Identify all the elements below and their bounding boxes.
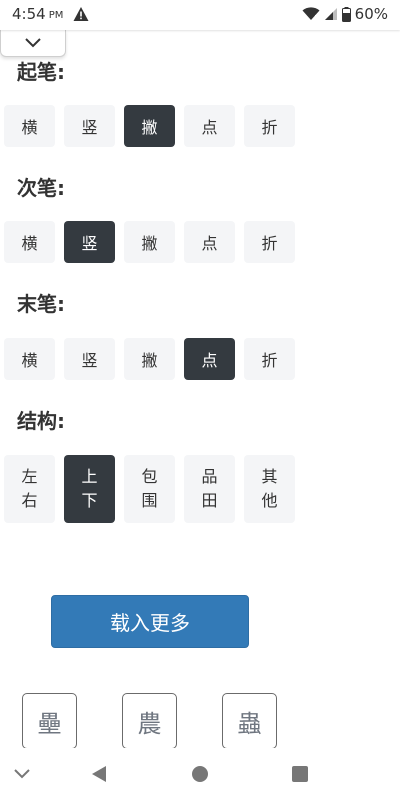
structure-option-line: 围 — [141, 491, 158, 510]
next-stroke-label: 次笔: — [17, 176, 65, 200]
status-right: 60% — [302, 5, 388, 23]
system-nav-bar — [0, 748, 400, 800]
battery-percent: 60% — [354, 5, 388, 23]
nav-down-chevron-icon[interactable] — [12, 768, 32, 780]
result-char-card[interactable]: 壘 — [22, 693, 77, 749]
start-stroke-option[interactable]: 横 — [4, 105, 55, 147]
structure-option-line: 上 — [81, 467, 98, 486]
structure-option-line: 右 — [21, 491, 38, 510]
structure-option-line: 品 — [201, 467, 218, 486]
result-char-card[interactable]: 農 — [122, 693, 177, 749]
end-stroke-option-selected[interactable]: 点 — [184, 338, 235, 380]
structure-option-line: 其 — [261, 467, 278, 486]
wifi-icon — [302, 7, 320, 20]
start-stroke-option[interactable]: 折 — [244, 105, 295, 147]
start-stroke-label: 起笔: — [17, 60, 65, 84]
structure-label: 结构: — [17, 409, 65, 433]
structure-option[interactable]: 左 右 — [4, 455, 55, 523]
collapse-filter-button[interactable] — [0, 30, 66, 57]
end-stroke-option[interactable]: 折 — [244, 338, 295, 380]
next-stroke-option[interactable]: 撇 — [124, 221, 175, 263]
back-icon[interactable] — [90, 765, 108, 783]
next-stroke-option-selected[interactable]: 竖 — [64, 221, 115, 263]
end-stroke-option[interactable]: 竖 — [64, 338, 115, 380]
load-more-button[interactable]: 载入更多 — [51, 595, 249, 648]
status-time: 4:54 — [12, 5, 46, 23]
warning-icon — [73, 7, 89, 21]
home-icon[interactable] — [191, 765, 209, 783]
start-stroke-option[interactable]: 点 — [184, 105, 235, 147]
battery-icon — [341, 6, 351, 22]
next-stroke-option[interactable]: 横 — [4, 221, 55, 263]
status-left: 4:54 PM — [12, 5, 89, 23]
structure-option[interactable]: 品 田 — [184, 455, 235, 523]
structure-option-selected[interactable]: 上 下 — [64, 455, 115, 523]
start-stroke-option[interactable]: 竖 — [64, 105, 115, 147]
structure-option-line: 下 — [81, 491, 98, 510]
structure-option[interactable]: 包 围 — [124, 455, 175, 523]
status-ampm: PM — [48, 10, 64, 21]
end-stroke-label: 末笔: — [17, 292, 65, 316]
signal-icon — [324, 8, 337, 20]
structure-option[interactable]: 其 他 — [244, 455, 295, 523]
structure-option-line: 田 — [201, 491, 218, 510]
structure-option-line: 他 — [261, 491, 278, 510]
next-stroke-option[interactable]: 折 — [244, 221, 295, 263]
structure-option-line: 左 — [21, 467, 38, 486]
status-bar: 4:54 PM 60% — [0, 0, 400, 30]
recents-icon[interactable] — [291, 765, 309, 783]
end-stroke-option[interactable]: 横 — [4, 338, 55, 380]
start-stroke-option-selected[interactable]: 撇 — [124, 105, 175, 147]
structure-option-line: 包 — [141, 467, 158, 486]
result-char-card[interactable]: 蟲 — [222, 693, 277, 749]
next-stroke-option[interactable]: 点 — [184, 221, 235, 263]
chevron-down-icon — [25, 38, 41, 48]
end-stroke-option[interactable]: 撇 — [124, 338, 175, 380]
